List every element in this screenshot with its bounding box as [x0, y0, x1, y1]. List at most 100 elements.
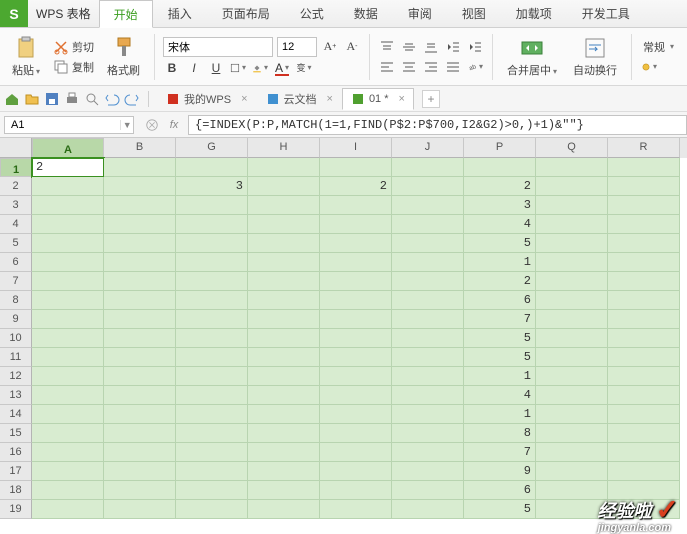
cell-H6[interactable]	[248, 253, 320, 272]
cell-G10[interactable]	[176, 329, 248, 348]
cell-P4[interactable]: 4	[464, 215, 536, 234]
menu-tab-3[interactable]: 公式	[285, 0, 339, 27]
cell-P7[interactable]: 2	[464, 272, 536, 291]
col-header-H[interactable]: H	[248, 138, 320, 158]
cell-J11[interactable]	[392, 348, 464, 367]
cell-P17[interactable]: 9	[464, 462, 536, 481]
cell-R2[interactable]	[608, 177, 680, 196]
cell-R1[interactable]	[608, 158, 680, 177]
cell-B15[interactable]	[104, 424, 176, 443]
cell-A8[interactable]	[32, 291, 104, 310]
row-header-9[interactable]: 9	[0, 310, 32, 329]
cell-I5[interactable]	[320, 234, 392, 253]
cell-P14[interactable]: 1	[464, 405, 536, 424]
cell-I17[interactable]	[320, 462, 392, 481]
cell-J6[interactable]	[392, 253, 464, 272]
col-header-P[interactable]: P	[464, 138, 536, 158]
save-icon[interactable]	[44, 91, 60, 107]
merge-center-button[interactable]: 合并居中	[501, 34, 563, 80]
cell-G17[interactable]	[176, 462, 248, 481]
cell-G14[interactable]	[176, 405, 248, 424]
cell-J2[interactable]	[392, 177, 464, 196]
cell-G4[interactable]	[176, 215, 248, 234]
cell-B17[interactable]	[104, 462, 176, 481]
cell-G11[interactable]	[176, 348, 248, 367]
col-header-Q[interactable]: Q	[536, 138, 608, 158]
cell-A4[interactable]	[32, 215, 104, 234]
print-icon[interactable]	[64, 91, 80, 107]
cell-B4[interactable]	[104, 215, 176, 234]
row-header-13[interactable]: 13	[0, 386, 32, 405]
align-top-button[interactable]	[378, 38, 396, 56]
cell-J5[interactable]	[392, 234, 464, 253]
cell-J9[interactable]	[392, 310, 464, 329]
align-center-button[interactable]	[400, 58, 418, 76]
cell-A19[interactable]	[32, 500, 104, 519]
cell-G19[interactable]	[176, 500, 248, 519]
align-middle-button[interactable]	[400, 38, 418, 56]
indent-left-button[interactable]	[444, 38, 462, 56]
col-header-R[interactable]: R	[608, 138, 680, 158]
cell-P9[interactable]: 7	[464, 310, 536, 329]
row-header-17[interactable]: 17	[0, 462, 32, 481]
cell-H13[interactable]	[248, 386, 320, 405]
col-header-B[interactable]: B	[104, 138, 176, 158]
cell-I1[interactable]	[320, 158, 392, 177]
align-bottom-button[interactable]	[422, 38, 440, 56]
cut-button[interactable]: 剪切	[50, 38, 97, 56]
cell-Q12[interactable]	[536, 367, 608, 386]
font-name-select[interactable]	[163, 37, 273, 57]
cell-H2[interactable]	[248, 177, 320, 196]
cell-A15[interactable]	[32, 424, 104, 443]
cell-Q14[interactable]	[536, 405, 608, 424]
bold-button[interactable]: B	[163, 59, 181, 77]
cell-P1[interactable]	[464, 158, 536, 177]
name-box[interactable]: ▼	[4, 116, 134, 134]
cell-A11[interactable]	[32, 348, 104, 367]
row-header-1[interactable]: 1	[0, 158, 32, 177]
cell-H17[interactable]	[248, 462, 320, 481]
row-header-19[interactable]: 19	[0, 500, 32, 519]
formula-input[interactable]: {=INDEX(P:P,MATCH(1=1,FIND(P$2:P$700,I2&…	[188, 115, 687, 135]
indent-right-button[interactable]	[466, 38, 484, 56]
cell-B3[interactable]	[104, 196, 176, 215]
cell-G3[interactable]	[176, 196, 248, 215]
cell-J7[interactable]	[392, 272, 464, 291]
cell-B19[interactable]	[104, 500, 176, 519]
cell-G5[interactable]	[176, 234, 248, 253]
row-header-5[interactable]: 5	[0, 234, 32, 253]
cell-H4[interactable]	[248, 215, 320, 234]
cell-H5[interactable]	[248, 234, 320, 253]
cell-B11[interactable]	[104, 348, 176, 367]
fill-color-button[interactable]	[251, 59, 269, 77]
doc-tab-2[interactable]: 01 *×	[342, 88, 414, 110]
cell-B16[interactable]	[104, 443, 176, 462]
cell-G2[interactable]: 3	[176, 177, 248, 196]
format-painter-button[interactable]: 格式刷	[101, 34, 146, 80]
cell-H8[interactable]	[248, 291, 320, 310]
cell-B6[interactable]	[104, 253, 176, 272]
cell-G13[interactable]	[176, 386, 248, 405]
cell-B1[interactable]	[104, 158, 176, 177]
cell-A6[interactable]	[32, 253, 104, 272]
cell-Q7[interactable]	[536, 272, 608, 291]
menu-tab-0[interactable]: 开始	[99, 0, 153, 28]
cell-B5[interactable]	[104, 234, 176, 253]
cell-H12[interactable]	[248, 367, 320, 386]
menu-tab-4[interactable]: 数据	[339, 0, 393, 27]
cell-I2[interactable]: 2	[320, 177, 392, 196]
cell-J10[interactable]	[392, 329, 464, 348]
cell-R6[interactable]	[608, 253, 680, 272]
cell-Q11[interactable]	[536, 348, 608, 367]
preview-icon[interactable]	[84, 91, 100, 107]
cell-B12[interactable]	[104, 367, 176, 386]
cell-P5[interactable]: 5	[464, 234, 536, 253]
cell-J1[interactable]	[392, 158, 464, 177]
cell-G1[interactable]	[176, 158, 248, 177]
cell-R8[interactable]	[608, 291, 680, 310]
cell-P2[interactable]: 2	[464, 177, 536, 196]
cell-A2[interactable]	[32, 177, 104, 196]
cell-R12[interactable]	[608, 367, 680, 386]
cell-R3[interactable]	[608, 196, 680, 215]
cell-R7[interactable]	[608, 272, 680, 291]
